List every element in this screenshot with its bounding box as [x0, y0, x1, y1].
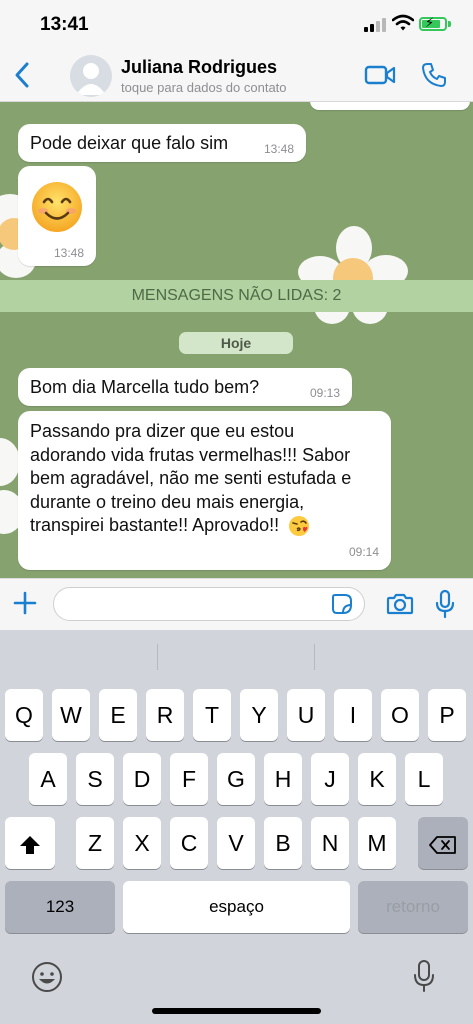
unread-messages-banner: MENSAGENS NÃO LIDAS: 2 [0, 280, 473, 312]
key-w[interactable]: W [52, 689, 90, 741]
key-p[interactable]: P [428, 689, 466, 741]
message-line-with-emoji: transpirei bastante!! Aprovado!! [30, 514, 379, 538]
chat-area[interactable]: Pode deixar que falo sim 13:48 13:48 MEN… [0, 102, 473, 578]
key-k[interactable]: K [358, 753, 396, 805]
key-z[interactable]: Z [76, 817, 114, 869]
attach-plus-icon[interactable] [12, 590, 38, 616]
message-line: durante o treino deu mais energia, [30, 491, 305, 512]
key-l[interactable]: L [405, 753, 443, 805]
contact-subtitle[interactable]: toque para dados do contato [121, 80, 287, 95]
key-g[interactable]: G [217, 753, 255, 805]
emoji-message-bubble[interactable]: 13:48 [18, 166, 96, 266]
previous-message-bubble[interactable] [310, 102, 470, 110]
backspace-key[interactable] [418, 817, 468, 869]
video-call-icon[interactable] [364, 64, 396, 86]
phone-icon[interactable] [421, 62, 447, 88]
key-t[interactable]: T [193, 689, 231, 741]
chat-header: Juliana Rodrigues toque para dados do co… [0, 50, 473, 102]
status-bar: 13:41 ⚡ [0, 0, 473, 50]
key-b[interactable]: B [264, 817, 302, 869]
camera-icon[interactable] [386, 592, 414, 616]
key-r[interactable]: R [146, 689, 184, 741]
message-time: 13:48 [53, 246, 84, 260]
message-text: Pode deixar que falo sim [30, 133, 229, 153]
message-line: transpirei bastante!! Aprovado!! [30, 515, 280, 535]
microphone-icon[interactable] [434, 589, 456, 619]
key-i[interactable]: I [334, 689, 372, 741]
backspace-icon [429, 836, 456, 854]
message-input[interactable] [53, 587, 365, 621]
face-blowing-kiss-emoji [289, 516, 310, 537]
message-text: Bom dia Marcella tudo bem? [30, 377, 260, 397]
message-line: adorando vida frutas vermelhas!!! Sabor [30, 444, 351, 465]
message-time: 09:14 [348, 544, 379, 559]
status-time: 13:41 [40, 14, 89, 35]
key-o[interactable]: O [381, 689, 419, 741]
suggestion-divider [157, 644, 158, 670]
key-f[interactable]: F [170, 753, 208, 805]
dictation-microphone-icon[interactable] [412, 958, 436, 994]
key-s[interactable]: S [76, 753, 114, 805]
key-j[interactable]: J [311, 753, 349, 805]
message-line: Passando pra dizer que eu estou [30, 421, 295, 441]
message-time: 13:48 [263, 142, 294, 156]
emoji-keyboard-icon[interactable] [30, 960, 64, 994]
avatar-icon[interactable] [70, 55, 112, 97]
contact-name[interactable]: Juliana Rodrigues [121, 57, 277, 78]
charging-bolt-icon: ⚡ [425, 15, 435, 30]
suggestion-bar [0, 630, 473, 680]
key-h[interactable]: H [264, 753, 302, 805]
keyboard: Q W E R T Y U I O P A S D F G H J K L Z … [0, 630, 473, 1024]
key-v[interactable]: V [217, 817, 255, 869]
battery-cap [448, 21, 451, 27]
back-arrow-icon[interactable] [12, 60, 32, 90]
return-key[interactable]: retorno [358, 881, 468, 933]
space-key[interactable]: espaço [123, 881, 350, 933]
message-bubble[interactable]: Bom dia Marcella tudo bem? 09:13 [18, 368, 352, 406]
key-y[interactable]: Y [240, 689, 278, 741]
key-u[interactable]: U [287, 689, 325, 741]
key-c[interactable]: C [170, 817, 208, 869]
sticker-icon[interactable] [331, 593, 353, 615]
key-m[interactable]: M [358, 817, 396, 869]
key-d[interactable]: D [123, 753, 161, 805]
wifi-icon [392, 14, 414, 31]
message-line: bem agradável, não me senti estufada e [30, 468, 352, 488]
message-bubble[interactable]: Pode deixar que falo sim 13:48 [18, 124, 306, 162]
smiling-face-emoji [32, 182, 82, 232]
key-e[interactable]: E [99, 689, 137, 741]
message-input-bar [0, 578, 473, 630]
cellular-signal-icon [364, 18, 386, 32]
numbers-key[interactable]: 123 [5, 881, 115, 933]
message-bubble[interactable]: Passando pra dizer que eu estou adorando… [18, 411, 391, 570]
key-n[interactable]: N [311, 817, 349, 869]
date-separator: Hoje [179, 332, 293, 354]
key-q[interactable]: Q [5, 689, 43, 741]
home-indicator [152, 1008, 321, 1014]
key-a[interactable]: A [29, 753, 67, 805]
suggestion-divider [314, 644, 315, 670]
key-x[interactable]: X [123, 817, 161, 869]
shift-arrow-icon [20, 835, 40, 854]
shift-key[interactable] [5, 817, 55, 869]
message-time: 09:13 [309, 386, 340, 400]
